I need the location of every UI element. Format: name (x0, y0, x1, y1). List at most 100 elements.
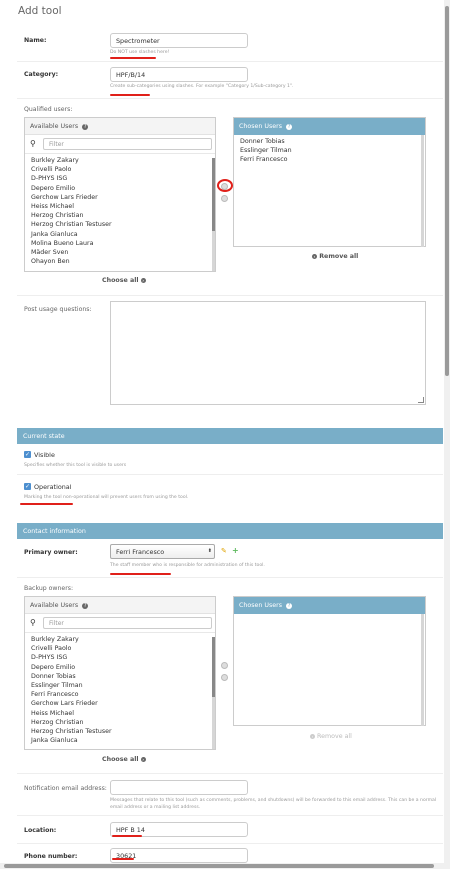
filter-row: ⚲ Filter (25, 614, 215, 633)
qualified-users-label: Qualified users: (24, 106, 73, 113)
user-option[interactable]: Mäder Sven (31, 248, 215, 257)
annotation-underline (110, 94, 150, 96)
user-option[interactable]: Crivelli Paolo (31, 165, 215, 174)
user-option[interactable]: Heiss Michael (31, 709, 215, 718)
qualified-chosen-box: Chosen Users ? Donner Tobias Esslinger Ti… (233, 117, 426, 247)
visible-label: Visible (34, 451, 55, 459)
user-option[interactable]: D-PHYS ISG (31, 174, 215, 183)
name-help: Do NOT use slashes here! (110, 50, 170, 55)
choose-arrow-button[interactable] (221, 662, 228, 669)
user-option[interactable]: Janka Gianluca (31, 230, 215, 239)
scrollbar-thumb[interactable] (212, 158, 215, 231)
qualified-filter-input[interactable]: Filter (43, 138, 212, 150)
page-scrollbar[interactable] (444, 0, 450, 869)
remove-all-link[interactable]: ‹ Remove all (310, 733, 352, 740)
user-option[interactable]: Ohayon Ben (31, 257, 215, 266)
visible-checkbox[interactable]: ✓ (24, 451, 31, 458)
category-input[interactable]: HPF/B/14 (110, 67, 248, 82)
remove-all-label: Remove all (317, 733, 352, 740)
post-usage-label: Post usage questions: (24, 306, 92, 313)
choose-all-label: Choose all (102, 756, 139, 763)
user-option[interactable]: Herzog Christian (31, 211, 215, 220)
user-option[interactable]: Molina Bueno Laura (31, 239, 215, 248)
divider (17, 61, 443, 62)
page-scrollbar-thumb[interactable] (445, 6, 449, 376)
choose-all-link[interactable]: Choose all › (102, 756, 146, 763)
search-icon: ⚲ (30, 139, 36, 148)
annotation-underline (110, 573, 171, 575)
post-usage-textarea[interactable] (110, 301, 426, 405)
page-title: Add tool (18, 5, 62, 17)
chosen-users-title: Chosen Users (239, 602, 283, 609)
primary-owner-label: Primary owner: (24, 549, 78, 556)
user-option[interactable]: Herzog Christian Testuser (31, 727, 215, 736)
dropdown-arrow-icon: ⬍ (207, 548, 212, 554)
filter-row: ⚲ Filter (25, 135, 215, 154)
horizontal-scrollbar-thumb[interactable] (4, 864, 434, 868)
user-option[interactable]: Depero Emilio (31, 184, 215, 193)
horizontal-scrollbar[interactable] (0, 863, 444, 869)
chosen-user-option[interactable]: Esslinger Tilman (240, 146, 425, 155)
name-input[interactable]: Spectrometer (110, 33, 248, 48)
location-label: Location: (24, 827, 57, 834)
choose-all-label: Choose all (102, 277, 139, 284)
divider (17, 98, 443, 99)
add-plus-icon[interactable]: + (232, 546, 239, 555)
user-option[interactable]: Donner Tobias (31, 672, 215, 681)
phone-number-input[interactable]: 30621 (110, 848, 248, 863)
qualified-chosen-list[interactable]: Donner Tobias Esslinger Tilman Ferri Franc… (234, 135, 425, 245)
help-icon: ? (286, 124, 293, 130)
user-option[interactable]: D-PHYS ISG (31, 653, 215, 662)
user-option[interactable]: Gerchow Lars Frieder (31, 699, 215, 708)
remove-arrow-button[interactable] (221, 195, 228, 202)
user-option[interactable]: Herzog Christian Testuser (31, 220, 215, 229)
user-option[interactable]: Herzog Christian (31, 718, 215, 727)
divider (17, 773, 443, 774)
user-option[interactable]: Ferri Francesco (31, 690, 215, 699)
user-option[interactable]: Burkley Zakary (31, 156, 215, 165)
annotation-underline (112, 835, 142, 837)
edit-pencil-icon[interactable]: ✎ (221, 547, 227, 555)
divider (17, 474, 443, 475)
notification-email-label: Notification email address: (24, 785, 107, 792)
scrollbar[interactable] (421, 135, 424, 247)
user-option[interactable]: Gerchow Lars Frieder (31, 193, 215, 202)
available-users-title: Available Users (30, 602, 79, 609)
operational-checkbox[interactable]: ✓ (24, 483, 31, 490)
arrow-right-icon: › (140, 757, 146, 762)
user-option[interactable]: Depero Emilio (31, 663, 215, 672)
user-option[interactable]: Burkley Zakary (31, 635, 215, 644)
annotation-underline (20, 503, 73, 505)
user-option[interactable]: Heiss Michael (31, 202, 215, 211)
primary-owner-help: The staff member who is responsible for … (110, 563, 265, 568)
user-option[interactable]: Crivelli Paolo (31, 644, 215, 653)
remove-all-link[interactable]: ‹ Remove all (312, 253, 358, 260)
arrow-left-icon: ‹ (310, 734, 315, 739)
name-label: Name: (24, 37, 47, 44)
primary-owner-select[interactable]: Ferri Francesco ⬍ (110, 544, 215, 559)
notification-email-input[interactable] (110, 780, 248, 795)
backup-available-list[interactable]: Burkley Zakary Crivelli Paolo D-PHYS ISG De… (25, 633, 215, 747)
divider (17, 843, 443, 844)
user-option[interactable]: Janka Gianluca (31, 736, 215, 745)
remove-all-label: Remove all (319, 253, 359, 260)
current-state-header: Current state (17, 428, 443, 444)
qualified-available-list[interactable]: Burkley Zakary Crivelli Paolo D-PHYS ISG De… (25, 154, 215, 269)
choose-all-link[interactable]: Choose all › (102, 277, 146, 284)
available-users-header: Available Users ? (25, 597, 215, 614)
scrollbar[interactable] (421, 614, 424, 726)
chosen-user-option[interactable]: Ferri Francesco (240, 155, 425, 164)
backup-filter-input[interactable]: Filter (43, 617, 212, 629)
resize-handle[interactable] (418, 397, 424, 403)
backup-owners-label: Backup owners: (24, 585, 74, 592)
remove-arrow-button[interactable] (221, 674, 228, 681)
chosen-users-header: Chosen Users ? (234, 597, 425, 614)
chosen-users-title: Chosen Users (239, 123, 283, 130)
qualified-available-box: Available Users ? ⚲ Filter Burkley Zakar… (24, 117, 216, 272)
contact-information-header: Contact information (17, 523, 443, 539)
help-icon: ? (82, 603, 89, 609)
user-option[interactable]: Esslinger Tilman (31, 681, 215, 690)
chosen-user-option[interactable]: Donner Tobias (240, 137, 425, 146)
scrollbar-thumb[interactable] (212, 637, 215, 697)
divider (17, 815, 443, 816)
